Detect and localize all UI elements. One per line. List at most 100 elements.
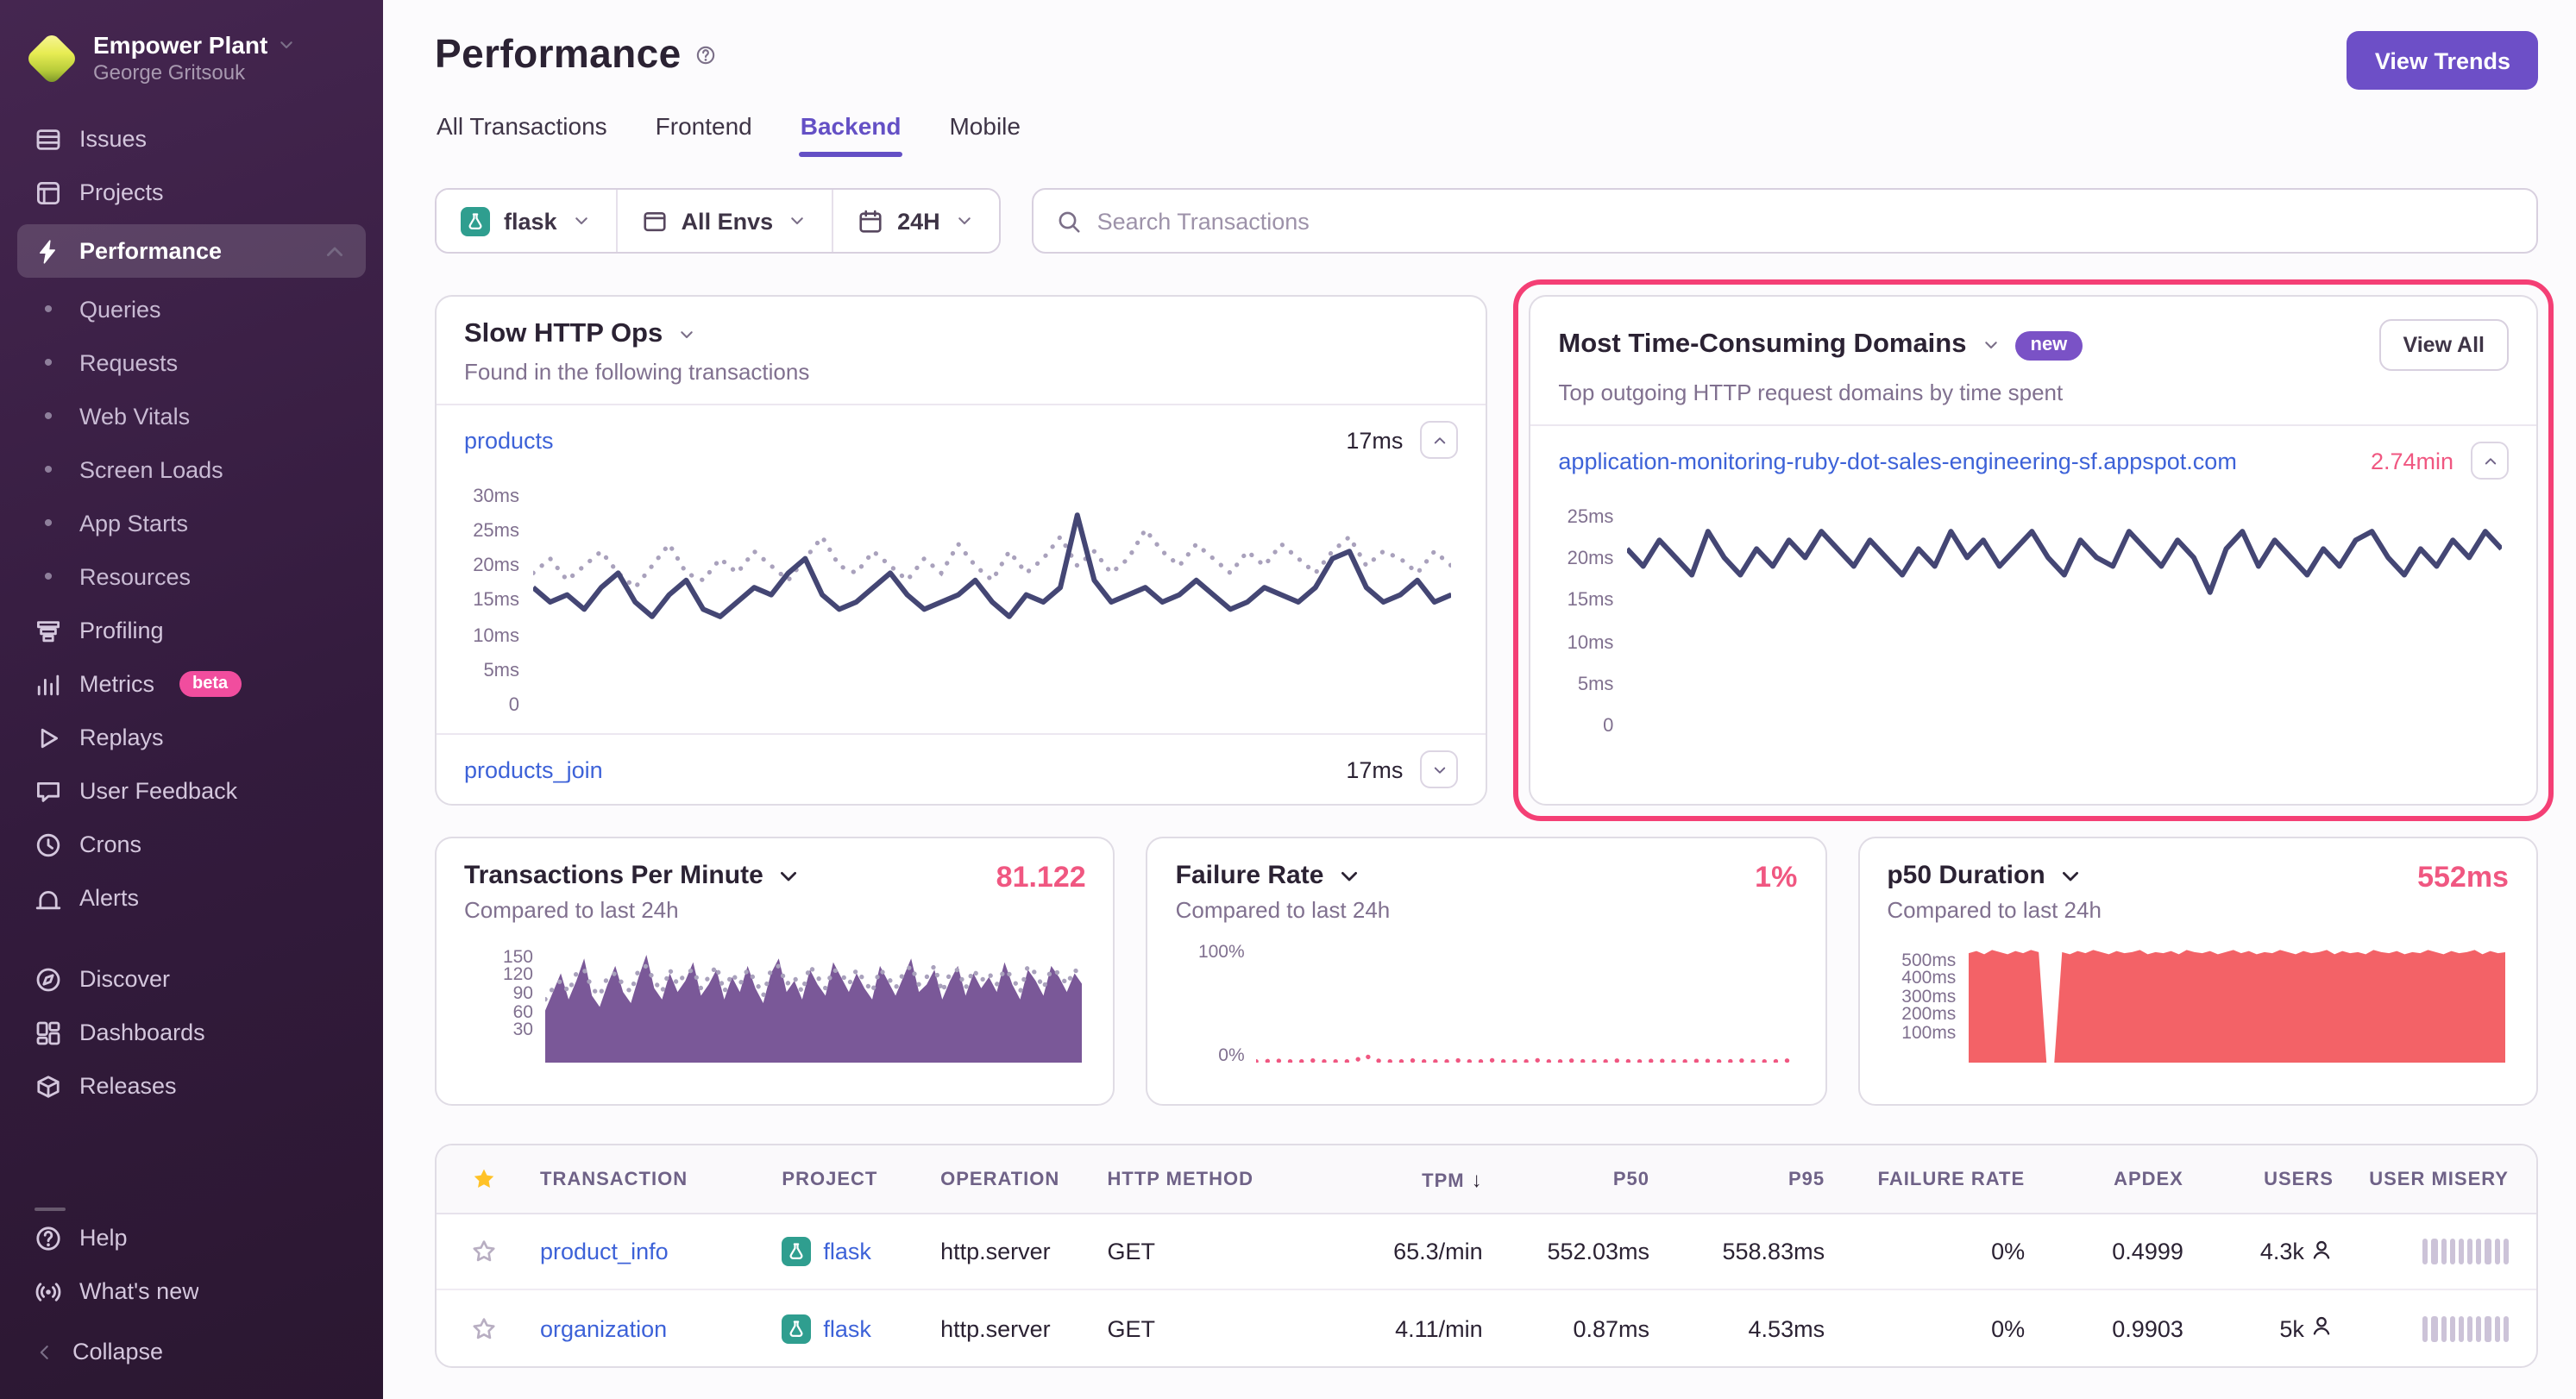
- org-switcher[interactable]: Empower Plant George Gritsouk: [0, 24, 383, 98]
- y-tick-label: 500ms: [1901, 952, 1956, 970]
- transactions-table: TRANSACTIONPROJECTOPERATIONHTTP METHODTP…: [435, 1144, 2538, 1368]
- sidebar-item-screen-loads[interactable]: •Screen Loads: [17, 443, 366, 497]
- search-input[interactable]: [1097, 208, 2514, 234]
- tab-mobile[interactable]: Mobile: [947, 105, 1022, 157]
- environment-filter-dropdown[interactable]: All Envs: [618, 190, 834, 252]
- failure-rate-title-dropdown[interactable]: Failure Rate: [1176, 861, 1798, 890]
- sidebar-item-alerts[interactable]: Alerts: [17, 871, 366, 925]
- column-header-users[interactable]: USERS: [2183, 1169, 2334, 1189]
- favorite-star-button[interactable]: [450, 1315, 540, 1341]
- column-header-transaction[interactable]: TRANSACTION: [540, 1169, 782, 1189]
- favorite-star-button[interactable]: [450, 1239, 540, 1264]
- sidebar-collapse-button[interactable]: Collapse: [0, 1318, 383, 1385]
- star-filled-icon: [471, 1166, 497, 1192]
- user-misery-cell: [2334, 1239, 2509, 1264]
- transaction-link[interactable]: products: [464, 427, 554, 453]
- column-header-tpm[interactable]: TPM↓: [1299, 1167, 1483, 1191]
- misery-bar: [2441, 1239, 2446, 1264]
- chevron-down-icon: [1981, 335, 2001, 355]
- transaction-link[interactable]: product_info: [540, 1239, 669, 1264]
- column-header-http-method[interactable]: HTTP METHOD: [1108, 1169, 1299, 1189]
- sidebar-item-what-s-new[interactable]: What's new: [17, 1264, 366, 1318]
- sidebar-item-projects[interactable]: Projects: [17, 166, 366, 219]
- y-tick-label: 15ms: [473, 593, 519, 612]
- chart-plot: [1257, 944, 1794, 1063]
- sidebar-item-crons[interactable]: Crons: [17, 818, 366, 871]
- view-trends-button[interactable]: View Trends: [2347, 31, 2538, 90]
- slow-http-ops-title-dropdown[interactable]: Slow HTTP Ops: [464, 319, 1458, 350]
- transaction-link[interactable]: products_join: [464, 756, 603, 782]
- transaction-link[interactable]: application-monitoring-ruby-dot-sales-en…: [1558, 448, 2236, 474]
- chart-plot: [1968, 944, 2505, 1063]
- transaction-link[interactable]: organization: [540, 1315, 667, 1341]
- y-tick-label: 5ms: [483, 662, 519, 681]
- sidebar-item-resources[interactable]: •Resources: [17, 550, 366, 604]
- tab-backend[interactable]: Backend: [799, 105, 903, 157]
- sidebar-item-issues[interactable]: Issues: [17, 112, 366, 166]
- chevron-down-icon: [1429, 760, 1448, 779]
- discover-icon: [35, 965, 62, 993]
- widget-title: Failure Rate: [1176, 861, 1324, 890]
- sidebar-item-metrics[interactable]: Metricsbeta: [17, 657, 366, 711]
- tab-all-transactions[interactable]: All Transactions: [435, 105, 609, 157]
- column-header-failure-rate[interactable]: FAILURE RATE: [1825, 1169, 2025, 1189]
- widget-subtitle: Found in the following transactions: [464, 359, 1458, 385]
- star-column-header[interactable]: [450, 1166, 540, 1192]
- sidebar-item-user-feedback[interactable]: User Feedback: [17, 764, 366, 818]
- users-count: 5k: [2279, 1315, 2304, 1341]
- users-cell: 4.3k: [2183, 1238, 2334, 1265]
- column-header-project[interactable]: PROJECT: [782, 1169, 940, 1189]
- user-misery-cell: [2334, 1315, 2509, 1341]
- column-header-p50[interactable]: P50: [1483, 1169, 1649, 1189]
- table-row: organizationflaskhttp.serverGET4.11/min0…: [437, 1290, 2536, 1366]
- tab-frontend[interactable]: Frontend: [654, 105, 754, 157]
- y-tick-label: 150: [503, 949, 533, 967]
- date-range-filter-dropdown[interactable]: 24H: [833, 190, 999, 252]
- most-time-consuming-domains-widget: Most Time-Consuming Domains new View All…: [1529, 295, 2538, 806]
- domains-title-dropdown[interactable]: Most Time-Consuming Domains new: [1558, 329, 2083, 361]
- p50-duration-title-dropdown[interactable]: p50 Duration: [1887, 861, 2509, 890]
- sidebar-item-web-vitals[interactable]: •Web Vitals: [17, 390, 366, 443]
- collapse-button[interactable]: [1420, 421, 1458, 459]
- y-tick-label: 0: [1603, 718, 1613, 737]
- sidebar-item-discover[interactable]: Discover: [17, 952, 366, 1006]
- misery-bar: [2504, 1239, 2509, 1264]
- sidebar-item-queries[interactable]: •Queries: [17, 283, 366, 336]
- sidebar-item-label: What's new: [79, 1278, 199, 1304]
- sidebar-item-dashboards[interactable]: Dashboards: [17, 1006, 366, 1059]
- widget-subtitle: Top outgoing HTTP request domains by tim…: [1558, 380, 2509, 405]
- view-all-button[interactable]: View All: [2379, 319, 2510, 371]
- transactions-per-minute-title-dropdown[interactable]: Transactions Per Minute: [464, 861, 1086, 890]
- expand-button[interactable]: [1420, 750, 1458, 788]
- chevron-down-icon: [787, 210, 807, 231]
- project-link[interactable]: flask: [823, 1315, 871, 1341]
- users-count: 4.3k: [2260, 1239, 2304, 1264]
- sidebar-item-help[interactable]: Help: [17, 1211, 366, 1264]
- column-header-operation[interactable]: OPERATION: [940, 1169, 1107, 1189]
- chevron-up-icon: [2480, 451, 2499, 470]
- project-filter-dropdown[interactable]: flask: [437, 190, 618, 252]
- collapse-button[interactable]: [2471, 442, 2509, 480]
- user-icon: [2311, 1238, 2334, 1265]
- environment-filter-label: All Envs: [682, 208, 774, 234]
- search-icon: [1056, 208, 1082, 234]
- sidebar-item-requests[interactable]: •Requests: [17, 336, 366, 390]
- project-link[interactable]: flask: [823, 1239, 871, 1264]
- sidebar-item-replays[interactable]: Replays: [17, 711, 366, 764]
- alerts-icon: [35, 884, 62, 912]
- sidebar-item-releases[interactable]: Releases: [17, 1059, 366, 1113]
- column-header-apdex[interactable]: APDEX: [2025, 1169, 2183, 1189]
- column-header-user-misery[interactable]: USER MISERY: [2334, 1169, 2509, 1189]
- user-icon: [2311, 1314, 2334, 1342]
- column-header-p95[interactable]: P95: [1649, 1169, 1825, 1189]
- sidebar-item-label: App Starts: [79, 511, 188, 536]
- column-header-label: P50: [1613, 1169, 1649, 1189]
- sentry-performance-app: Empower Plant George Gritsouk IssuesProj…: [0, 0, 2576, 1399]
- sidebar-item-label: Requests: [79, 350, 178, 376]
- chart-canvas: [1968, 944, 2505, 1063]
- misery-bar: [2467, 1239, 2472, 1264]
- sidebar-item-performance[interactable]: Performance: [17, 224, 366, 278]
- page-title: Performance: [435, 31, 682, 78]
- sidebar-item-profiling[interactable]: Profiling: [17, 604, 366, 657]
- sidebar-item-app-starts[interactable]: •App Starts: [17, 497, 366, 550]
